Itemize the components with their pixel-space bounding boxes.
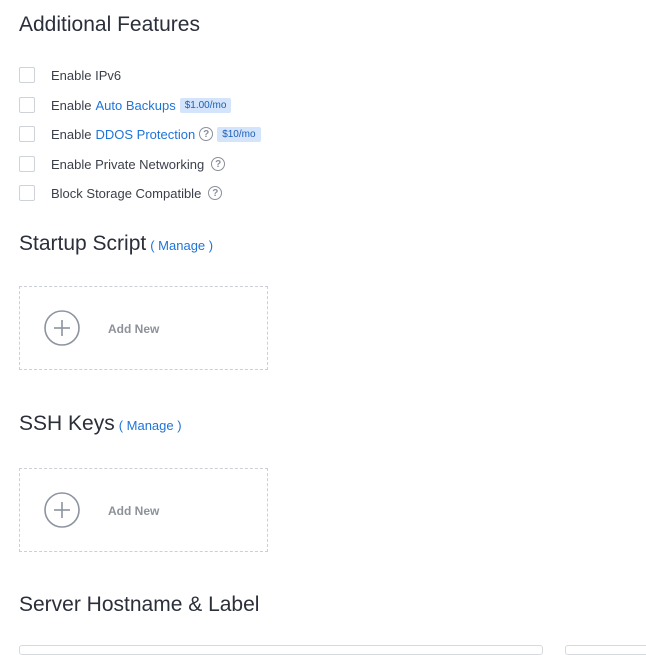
feature-ddos-protection: Enable DDOS Protection ? $10/mo	[19, 125, 261, 143]
ipv6-checkbox[interactable]	[19, 67, 35, 83]
question-circle-icon[interactable]: ?	[199, 127, 214, 141]
ddos-protection-link[interactable]: DDOS Protection	[95, 127, 195, 142]
question-circle-icon[interactable]: ?	[208, 186, 223, 200]
server-hostname-title: Server Hostname & Label	[19, 593, 260, 616]
auto-backups-price-badge: $1.00/mo	[179, 97, 232, 113]
feature-block-storage-label: Block Storage Compatible	[51, 185, 202, 201]
ddos-price-badge: $10/mo	[217, 126, 261, 142]
additional-features-title: Additional Features	[19, 13, 200, 36]
startup-script-add-new-label: Add New	[108, 322, 160, 336]
startup-script-add-new-card[interactable]: Add New	[19, 286, 268, 370]
ssh-keys-manage-link[interactable]: ( Manage )	[119, 418, 182, 433]
feature-block-storage: Block Storage Compatible ?	[19, 184, 223, 202]
feature-auto-backups-prefix: Enable	[51, 97, 92, 113]
feature-private-networking-label: Enable Private Networking	[51, 156, 205, 172]
ssh-keys-add-new-label: Add New	[108, 504, 160, 518]
feature-ipv6: Enable IPv6	[19, 66, 121, 84]
plus-circle-icon	[44, 492, 80, 528]
feature-private-networking: Enable Private Networking ?	[19, 155, 226, 173]
feature-auto-backups: Enable Auto Backups $1.00/mo	[19, 96, 232, 114]
ssh-keys-title: SSH Keys	[19, 412, 115, 435]
block-storage-checkbox[interactable]	[19, 185, 35, 201]
startup-script-manage-link[interactable]: ( Manage )	[150, 238, 213, 253]
private-networking-checkbox[interactable]	[19, 156, 35, 172]
auto-backups-link[interactable]: Auto Backups	[95, 98, 175, 113]
auto-backups-checkbox[interactable]	[19, 97, 35, 113]
ssh-keys-add-new-card[interactable]: Add New	[19, 468, 268, 552]
label-input[interactable]	[565, 645, 646, 655]
hostname-input[interactable]	[19, 645, 543, 655]
ddos-protection-checkbox[interactable]	[19, 126, 35, 142]
plus-circle-icon	[44, 310, 80, 346]
feature-ddos-prefix: Enable	[51, 126, 92, 142]
question-circle-icon[interactable]: ?	[211, 157, 226, 171]
ssh-keys-heading: SSH Keys ( Manage )	[19, 412, 182, 436]
feature-ipv6-label: Enable IPv6	[51, 67, 122, 83]
startup-script-heading: Startup Script( Manage )	[19, 232, 213, 256]
startup-script-title: Startup Script	[19, 232, 147, 255]
